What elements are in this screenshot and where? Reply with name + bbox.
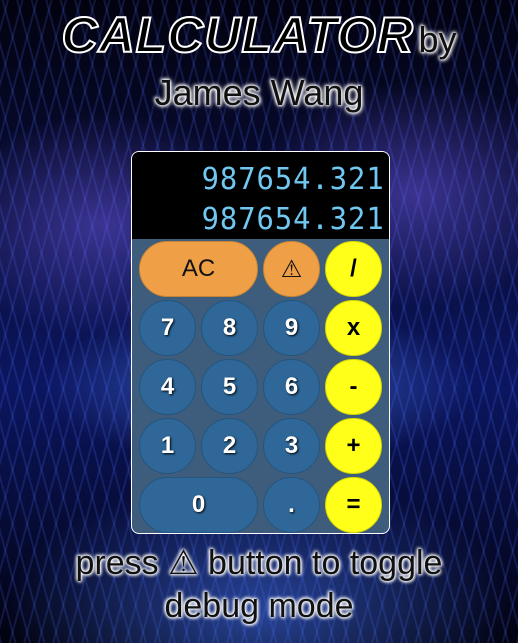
author-name: James Wang — [154, 72, 364, 113]
subtract-button[interactable]: - — [325, 359, 382, 415]
display: 987654.321 987654.321 — [132, 152, 389, 239]
debug-warning-button[interactable]: ⚠ — [263, 241, 320, 297]
author-line: James Wang — [0, 72, 518, 118]
calculator: 987654.321 987654.321 AC ⚠ / 7 8 9 x 4 5… — [131, 151, 390, 534]
digit-8-button[interactable]: 8 — [201, 300, 258, 356]
decimal-button[interactable]: . — [263, 477, 320, 533]
digit-2-button[interactable]: 2 — [201, 418, 258, 474]
digit-6-button[interactable]: 6 — [263, 359, 320, 415]
instruction-line-2: debug mode — [164, 587, 354, 625]
multiply-button[interactable]: x — [325, 300, 382, 356]
add-button[interactable]: + — [325, 418, 382, 474]
digit-5-button[interactable]: 5 — [201, 359, 258, 415]
display-previous: 987654.321 — [202, 162, 385, 197]
title-by: by — [418, 19, 457, 60]
digit-3-button[interactable]: 3 — [263, 418, 320, 474]
digit-0-button[interactable]: 0 — [139, 477, 258, 533]
app-title: CALCULATOR by — [0, 6, 518, 64]
equals-button[interactable]: = — [325, 477, 382, 533]
title-calculator: CALCULATOR — [60, 6, 415, 64]
digit-7-button[interactable]: 7 — [139, 300, 196, 356]
digit-1-button[interactable]: 1 — [139, 418, 196, 474]
instruction-line-1: press ⚠ button to toggle — [75, 544, 443, 582]
digit-9-button[interactable]: 9 — [263, 300, 320, 356]
divide-button[interactable]: / — [325, 241, 382, 297]
digit-4-button[interactable]: 4 — [139, 359, 196, 415]
clear-button[interactable]: AC — [139, 241, 258, 297]
display-current: 987654.321 — [202, 202, 385, 237]
